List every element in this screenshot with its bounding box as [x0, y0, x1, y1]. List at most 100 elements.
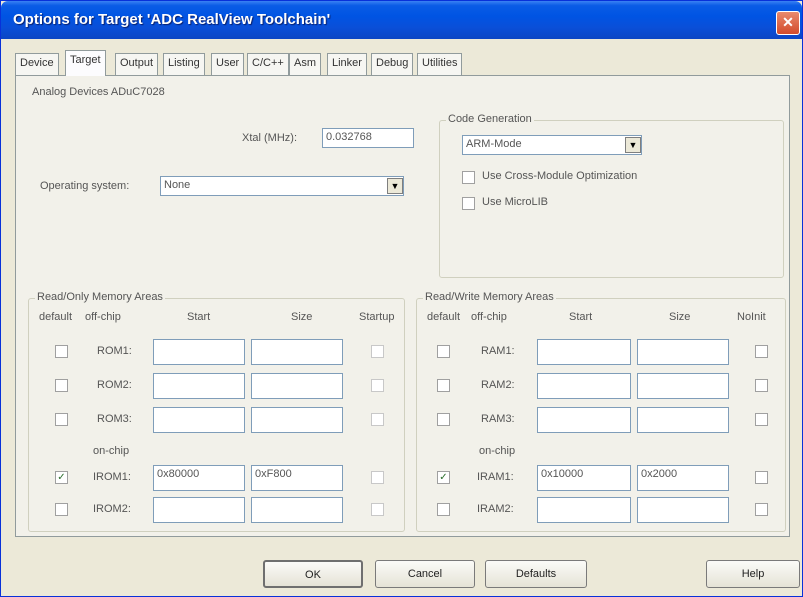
ram2-default-checkbox[interactable]: [437, 379, 450, 392]
tab-listing[interactable]: Listing: [163, 53, 205, 75]
os-select[interactable]: None: [160, 176, 404, 196]
rom-header-default: default: [39, 311, 73, 323]
irom1-label: IROM1:: [93, 471, 131, 483]
rom3-default-checkbox[interactable]: [55, 413, 68, 426]
rom1-startup-checkbox[interactable]: [371, 345, 384, 358]
rom3-label: ROM3:: [97, 413, 132, 425]
ram1-size-input[interactable]: [637, 339, 729, 365]
ram1-default-checkbox[interactable]: [437, 345, 450, 358]
rom3-size-input[interactable]: [251, 407, 343, 433]
irom1-default-checkbox[interactable]: ✓: [55, 471, 68, 484]
ram3-default-checkbox[interactable]: [437, 413, 450, 426]
ram3-size-input[interactable]: [637, 407, 729, 433]
ram3-start-input[interactable]: [537, 407, 631, 433]
window-title: Options for Target 'ADC RealView Toolcha…: [13, 11, 331, 28]
tab-output[interactable]: Output: [115, 53, 159, 75]
irom2-label: IROM2:: [93, 503, 131, 515]
ram1-start-input[interactable]: [537, 339, 631, 365]
ram-header-default: default: [427, 311, 461, 323]
rom-header-size: Size: [291, 311, 313, 323]
ram3-noinit-checkbox[interactable]: [755, 413, 768, 426]
ram-onchip-label: on-chip: [479, 445, 516, 457]
ram2-size-input[interactable]: [637, 373, 729, 399]
rom-header-start: Start: [187, 311, 211, 323]
tab-device[interactable]: Device: [15, 53, 59, 75]
xtal-input[interactable]: 0.032768: [322, 128, 414, 148]
rom2-size-input[interactable]: [251, 373, 343, 399]
irom1-startup-checkbox[interactable]: [371, 471, 384, 484]
close-button[interactable]: ✕: [776, 11, 800, 35]
iram2-start-input[interactable]: [537, 497, 631, 523]
rom2-start-input[interactable]: [153, 373, 245, 399]
rom1-start-input[interactable]: [153, 339, 245, 365]
rom3-startup-checkbox[interactable]: [371, 413, 384, 426]
iram2-default-checkbox[interactable]: [437, 503, 450, 516]
ram2-label: RAM2:: [481, 379, 515, 391]
os-label: Operating system:: [40, 180, 130, 192]
tab-utilities[interactable]: Utilities: [417, 53, 463, 75]
tab-linker[interactable]: Linker: [327, 53, 367, 75]
ram-group: Read/Write Memory Areas default off-chip…: [416, 291, 786, 532]
iram2-label: IRAM2:: [477, 503, 514, 515]
irom1-start-input[interactable]: 0x80000: [153, 465, 245, 491]
iram2-noinit-checkbox[interactable]: [755, 503, 768, 516]
microlib-checkbox[interactable]: [462, 197, 475, 210]
irom2-start-input[interactable]: [153, 497, 245, 523]
os-dropdown-button[interactable]: ▼: [387, 178, 403, 194]
tab-debug[interactable]: Debug: [371, 53, 414, 75]
ram-header-size: Size: [669, 311, 691, 323]
tab-asm[interactable]: Asm: [289, 53, 321, 75]
device-name: Analog Devices ADuC7028: [32, 86, 165, 98]
iram1-default-checkbox[interactable]: ✓: [437, 471, 450, 484]
rom-header-offchip: off-chip: [85, 311, 121, 323]
irom2-startup-checkbox[interactable]: [371, 503, 384, 516]
cross-module-label: Use Cross-Module Optimization: [482, 170, 638, 182]
iram1-size-input[interactable]: 0x2000: [637, 465, 729, 491]
rom3-start-input[interactable]: [153, 407, 245, 433]
os-select-value: None: [164, 179, 191, 191]
cancel-button[interactable]: Cancel: [375, 560, 475, 588]
rom1-default-checkbox[interactable]: [55, 345, 68, 358]
tab-c-cpp[interactable]: C/C++: [247, 53, 289, 75]
ram3-label: RAM3:: [481, 413, 515, 425]
ok-button[interactable]: OK: [263, 560, 363, 588]
iram2-size-input[interactable]: [637, 497, 729, 523]
options-dialog: Options for Target 'ADC RealView Toolcha…: [0, 0, 803, 597]
iram1-noinit-checkbox[interactable]: [755, 471, 768, 484]
ram-header-start: Start: [569, 311, 593, 323]
mode-select[interactable]: ARM-Mode: [462, 135, 642, 155]
rom-onchip-label: on-chip: [93, 445, 130, 457]
tab-target[interactable]: Target: [65, 50, 106, 76]
rom-header-startup: Startup: [359, 311, 395, 323]
ram1-label: RAM1:: [481, 345, 515, 357]
microlib-label: Use MicroLIB: [482, 196, 549, 208]
ram-header-offchip: off-chip: [471, 311, 507, 323]
ram1-noinit-checkbox[interactable]: [755, 345, 768, 358]
help-button[interactable]: Help: [706, 560, 800, 588]
rom-group: Read/Only Memory Areas default off-chip …: [28, 291, 405, 532]
irom2-size-input[interactable]: [251, 497, 343, 523]
ram2-noinit-checkbox[interactable]: [755, 379, 768, 392]
target-tab-panel: Analog Devices ADuC7028 Xtal (MHz): 0.03…: [15, 75, 790, 537]
chevron-down-icon: ▼: [628, 140, 638, 150]
tab-user[interactable]: User: [211, 53, 245, 75]
chevron-down-icon: ▼: [390, 181, 400, 191]
title-bar[interactable]: Options for Target 'ADC RealView Toolcha…: [1, 1, 802, 39]
ram2-start-input[interactable]: [537, 373, 631, 399]
irom2-default-checkbox[interactable]: [55, 503, 68, 516]
code-generation-group: Code Generation ARM-Mode ▼ Use Cross-Mod…: [439, 113, 784, 278]
close-icon: ✕: [782, 14, 794, 30]
irom1-size-input[interactable]: 0xF800: [251, 465, 343, 491]
cross-module-checkbox[interactable]: [462, 171, 475, 184]
rom2-label: ROM2:: [97, 379, 132, 391]
rom1-size-input[interactable]: [251, 339, 343, 365]
defaults-button[interactable]: Defaults: [485, 560, 587, 588]
mode-dropdown-button[interactable]: ▼: [625, 137, 641, 153]
check-icon: ✓: [57, 472, 66, 483]
rom2-startup-checkbox[interactable]: [371, 379, 384, 392]
rom2-default-checkbox[interactable]: [55, 379, 68, 392]
ram-title: Read/Write Memory Areas: [423, 291, 556, 303]
xtal-label: Xtal (MHz):: [242, 132, 297, 144]
iram1-start-input[interactable]: 0x10000: [537, 465, 631, 491]
rom-title: Read/Only Memory Areas: [35, 291, 165, 303]
